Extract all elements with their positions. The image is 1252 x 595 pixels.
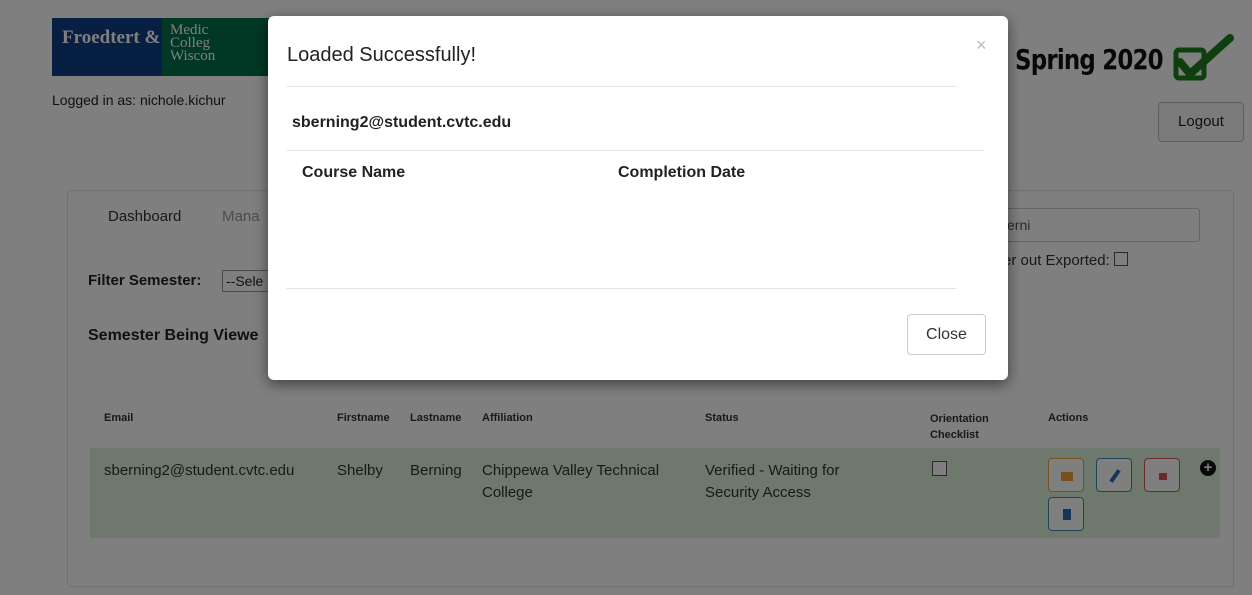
modal-col-completion-date: Completion Date	[618, 164, 746, 181]
modal-title: Loaded Successfully!	[287, 44, 477, 66]
modal-table-divider	[286, 150, 984, 151]
close-icon[interactable]: ×	[976, 35, 987, 56]
close-button[interactable]: Close	[907, 314, 986, 355]
modal-divider-bottom	[286, 288, 956, 289]
modal-email: sberning2@student.cvtc.edu	[292, 114, 512, 131]
modal-dialog: Loaded Successfully! × sberning2@student…	[268, 16, 1008, 380]
page: Froedtert & Medic Colleg Wiscon Logged i…	[0, 0, 1252, 595]
modal-col-course-name: Course Name	[302, 164, 406, 181]
modal-divider-top	[286, 86, 956, 87]
